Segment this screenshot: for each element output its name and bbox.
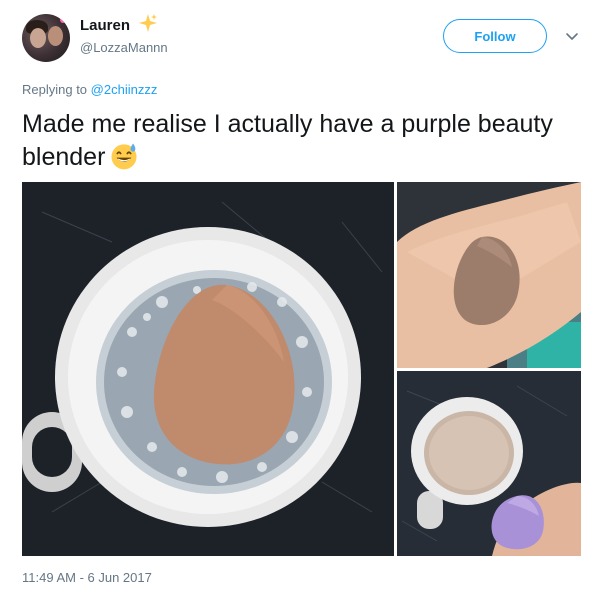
avatar-face-right xyxy=(48,26,63,46)
photo-cup-and-purple-sponge[interactable] xyxy=(397,371,581,556)
tweet-text-content: Made me realise I actually have a purple… xyxy=(22,110,553,171)
author-name[interactable]: Lauren xyxy=(80,17,130,34)
tweet-timestamp[interactable]: 11:49 AM - 6 Jun 2017 xyxy=(22,570,152,585)
photo-sponge-in-mug[interactable] xyxy=(22,182,394,556)
photo-sponge-in-hand-graphic xyxy=(397,182,581,368)
author-handle[interactable]: @LozzaMannn xyxy=(80,40,168,55)
grinning-sweat-emoji xyxy=(111,143,137,170)
photo-sponge-in-mug-graphic xyxy=(22,182,394,556)
chevron-down-icon[interactable] xyxy=(565,30,579,44)
tweet-text: Made me realise I actually have a purple… xyxy=(22,108,562,174)
follow-button[interactable]: Follow xyxy=(443,19,547,53)
tweet-media xyxy=(22,182,581,556)
reply-prefix: Replying to xyxy=(22,82,88,97)
reply-context: Replying to @2chiinzzz xyxy=(22,82,157,97)
reply-mention-link[interactable]: @2chiinzzz xyxy=(91,82,158,97)
photo-sponge-in-hand[interactable] xyxy=(397,182,581,368)
photo-cup-and-purple-sponge-graphic xyxy=(397,371,581,556)
avatar-face-left xyxy=(30,28,46,48)
author-avatar[interactable] xyxy=(22,14,70,62)
avatar-sparkle xyxy=(60,17,66,23)
sparkles-icon xyxy=(139,14,157,32)
